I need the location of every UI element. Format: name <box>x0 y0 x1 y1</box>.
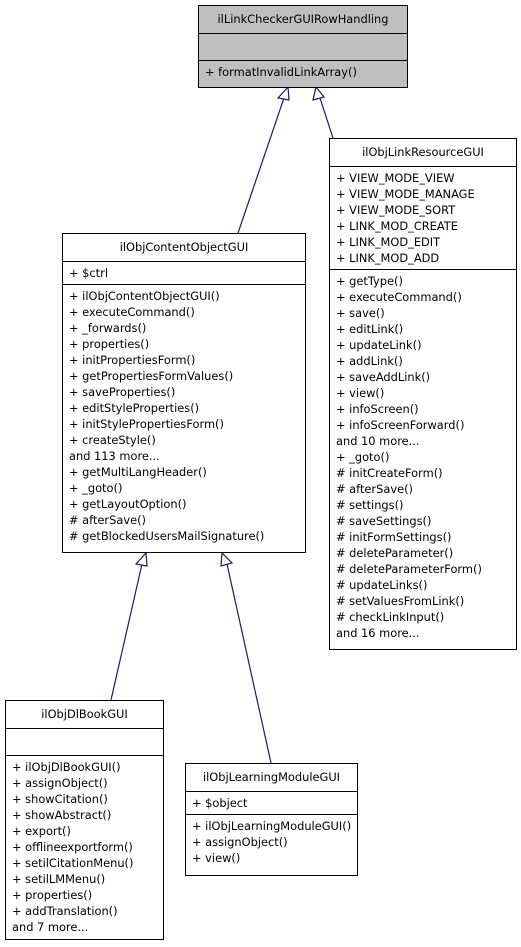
method: + getLayoutOption() <box>69 497 187 511</box>
inheritance-arrowhead <box>276 85 290 101</box>
class-box-ilobjlearningmodulegui[interactable]: ilObjLearningModuleGUI + $object + ilObj… <box>185 763 358 876</box>
class-methods: + ilObjContentObjectGUI() + executeComman… <box>63 284 305 547</box>
attribute: + LINK_MOD_CREATE <box>336 219 458 233</box>
method: + infoScreenForward() <box>336 418 465 432</box>
method: + editStyleProperties() <box>69 401 200 415</box>
method: + offlineexportform() <box>12 840 133 854</box>
class-box-ilobjcontentobjectgui[interactable]: ilObjContentObjectGUI + $ctrl + ilObjCon… <box>62 233 306 553</box>
method: + saveAddLink() <box>336 370 431 384</box>
method: + getPropertiesFormValues() <box>69 369 234 383</box>
method: # afterSave() <box>69 513 146 527</box>
method: + view() <box>336 386 385 400</box>
method: # updateLinks() <box>336 578 428 592</box>
attribute: + VIEW_MODE_VIEW <box>336 171 455 185</box>
method: + assignObject() <box>12 776 108 790</box>
method: + _goto() <box>336 450 390 464</box>
class-name: ilObjLinkResourceGUI <box>362 145 484 159</box>
method: + updateLink() <box>336 338 422 352</box>
method: + showCitation() <box>12 792 108 806</box>
class-name: ilObjLearningModuleGUI <box>202 770 341 784</box>
method: # checkLinkInput() <box>336 610 445 624</box>
class-methods: + ilObjDlBookGUI() + assignObject() + show… <box>6 755 163 938</box>
method: # saveSettings() <box>336 514 432 528</box>
inheritance-arrowhead <box>220 551 234 567</box>
method: + _forwards() <box>69 321 147 335</box>
method: + showAbstract() <box>12 808 112 822</box>
method: + _goto() <box>69 481 123 495</box>
class-attributes: + $object <box>186 791 357 814</box>
method: # initFormSettings() <box>336 530 452 544</box>
method: and 10 more... <box>336 434 420 448</box>
method: + properties() <box>12 888 93 902</box>
method: # deleteParameter() <box>336 546 454 560</box>
method: # initCreateForm() <box>336 466 443 480</box>
method: + assignObject() <box>192 835 288 849</box>
class-methods: + getType() + executeCommand() + save() + e… <box>330 269 516 644</box>
class-name: ilLinkCheckerGUIRowHandling <box>217 12 389 26</box>
edge-learningmodule-to-contentobject <box>226 563 272 764</box>
method: and 113 more... <box>69 449 160 463</box>
method: + formatInvalidLinkArray() <box>205 65 357 79</box>
method: + editLink() <box>336 322 404 336</box>
method: + view() <box>192 851 241 865</box>
method: + addLink() <box>336 354 403 368</box>
method: + addTranslation() <box>12 904 118 918</box>
edge-dlbook-to-contentobject <box>110 563 143 701</box>
method: + saveProperties() <box>69 385 176 399</box>
method: + setilCitationMenu() <box>12 856 134 870</box>
attribute: + $object <box>192 796 248 810</box>
class-methods: + ilObjLearningModuleGUI() + assignObject… <box>186 814 357 869</box>
class-attributes <box>199 33 407 60</box>
class-attributes: + $ctrl <box>63 261 305 284</box>
edge-contentobject-to-base <box>237 97 285 234</box>
method: + ilObjContentObjectGUI() <box>69 289 220 303</box>
inheritance-arrowhead <box>312 85 326 101</box>
method: and 16 more... <box>336 626 420 640</box>
method: # settings() <box>336 498 404 512</box>
attribute: + LINK_MOD_EDIT <box>336 235 441 249</box>
method: + ilObjLearningModuleGUI() <box>192 819 352 833</box>
method: + createStyle() <box>69 433 156 447</box>
method: + getType() <box>336 274 403 288</box>
method: + properties() <box>69 337 150 351</box>
class-box-illinkcheckerguirowhandling[interactable]: ilLinkCheckerGUIRowHandling + formatInva… <box>198 5 408 88</box>
edge-linkresource-to-base <box>319 97 334 139</box>
method: + export() <box>12 824 71 838</box>
class-attributes <box>6 728 163 755</box>
inheritance-arrowhead <box>134 551 148 567</box>
method: # afterSave() <box>336 482 413 496</box>
class-attributes: + VIEW_MODE_VIEW + VIEW_MODE_MANAGE + VIEW… <box>330 166 516 269</box>
method: + infoScreen() <box>336 402 419 416</box>
attribute: + VIEW_MODE_SORT <box>336 203 456 217</box>
method: + executeCommand() <box>69 305 195 319</box>
class-box-ilobjdlbookgui[interactable]: ilObjDlBookGUI + ilObjDlBookGUI() + assig… <box>5 700 164 940</box>
method: + ilObjDlBookGUI() <box>12 760 121 774</box>
method: # getBlockedUsersMailSignature() <box>69 529 265 543</box>
class-name: ilObjDlBookGUI <box>41 707 128 721</box>
class-methods: + formatInvalidLinkArray() <box>199 60 407 83</box>
method: and 7 more... <box>12 920 89 934</box>
method: + initPropertiesForm() <box>69 353 196 367</box>
attribute: + VIEW_MODE_MANAGE <box>336 187 475 201</box>
method: + initStylePropertiesForm() <box>69 417 224 431</box>
method: + save() <box>336 306 385 320</box>
method: + setilLMMenu() <box>12 872 106 886</box>
attribute: + LINK_MOD_ADD <box>336 251 440 265</box>
method: + executeCommand() <box>336 290 462 304</box>
method: + getMultiLangHeader() <box>69 465 207 479</box>
method: # deleteParameterForm() <box>336 562 482 576</box>
class-name: ilObjContentObjectGUI <box>119 240 249 254</box>
attribute: + $ctrl <box>69 266 108 280</box>
class-box-ilobjlinkresourcegui[interactable]: ilObjLinkResourceGUI + VIEW_MODE_VIEW + V… <box>329 138 517 650</box>
method: # setValuesFromLink() <box>336 594 465 608</box>
